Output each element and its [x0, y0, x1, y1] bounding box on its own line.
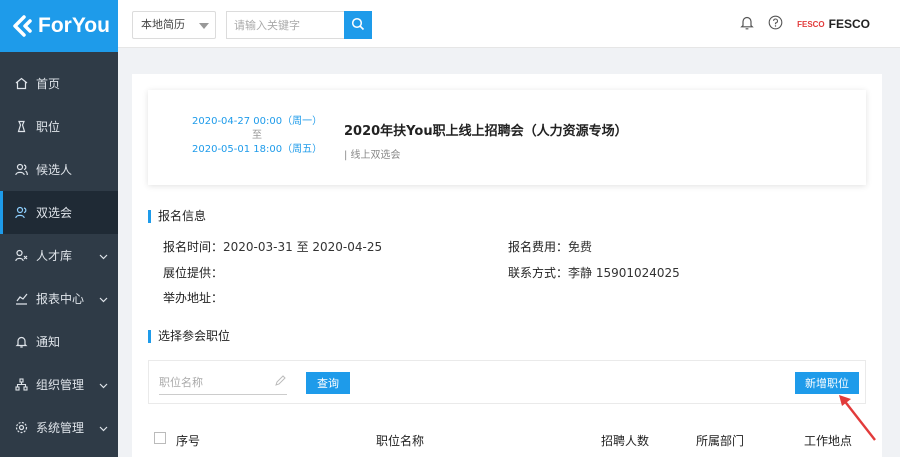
briefcase-icon	[14, 120, 28, 134]
signup-fee-value: 免费	[568, 240, 593, 254]
sidebar-item-home[interactable]: 首页	[0, 62, 118, 105]
chart-icon	[14, 292, 28, 306]
sidebar-item-label: 候选人	[36, 163, 73, 177]
event-date-end: 2020-05-01 18:00（周五）	[192, 144, 323, 155]
sidebar-item-label: 报表中心	[36, 292, 85, 306]
signup-time: 报名时间：2020-03-31 至 2020-04-25	[163, 238, 382, 255]
gear-icon	[14, 421, 28, 435]
booth-provided: 展位提供：	[163, 264, 223, 281]
position-filter-bar: 查询 新增职位	[148, 360, 866, 404]
main-content: 2020-04-27 00:00（周一） 至 2020-05-01 18:00（…	[132, 74, 882, 457]
sidebar-item-label: 组织管理	[36, 378, 85, 392]
logo-text: ForYou	[38, 14, 110, 37]
pencil-icon	[275, 375, 286, 389]
signup-time-label: 报名时间：	[163, 240, 224, 254]
bell-icon[interactable]	[740, 15, 754, 33]
column-header-index: 序号	[176, 434, 201, 448]
sidebar-item-talent-pool[interactable]: 人才库	[0, 234, 118, 277]
chevron-down-icon	[99, 292, 108, 306]
contact-info: 联系方式：李静 15901024025	[508, 264, 680, 281]
address-label: 举办地址：	[163, 291, 224, 305]
resume-source-select[interactable]: 本地简历	[132, 11, 216, 39]
select-all-checkbox[interactable]	[154, 432, 166, 444]
signup-fee-label: 报名费用：	[508, 240, 569, 254]
signup-time-value: 2020-03-31 至 2020-04-25	[223, 240, 383, 254]
sidebar-nav: 首页 职位 候选人 双选会 人才库 报表中心 通知 组织管理 系统管理	[0, 62, 118, 449]
logo[interactable]: ForYou	[0, 0, 118, 52]
sidebar-item-system[interactable]: 系统管理	[0, 406, 118, 449]
sidebar-item-label: 人才库	[36, 249, 73, 263]
users-meet-icon	[14, 206, 28, 220]
talent-icon	[14, 249, 28, 263]
sidebar-item-label: 职位	[36, 120, 61, 134]
contact-label: 联系方式：	[508, 266, 569, 280]
positions-table-header: 序号 职位名称 招聘人数 所属部门 工作地点	[148, 430, 866, 457]
column-header-department: 所属部门	[696, 434, 745, 448]
query-button[interactable]: 查询	[306, 372, 350, 394]
home-icon	[14, 77, 28, 91]
chevron-down-icon	[99, 421, 108, 435]
event-date-range: 2020-04-27 00:00（周一） 至 2020-05-01 18:00（…	[192, 115, 322, 157]
bell-icon	[14, 335, 28, 349]
sidebar-item-label: 双选会	[36, 206, 73, 220]
resume-source-value: 本地简历	[141, 18, 185, 31]
sidebar-item-reports[interactable]: 报表中心	[0, 277, 118, 320]
top-right-actions: FESCO FESCO	[740, 0, 870, 48]
users-icon	[14, 163, 28, 177]
sidebar-item-label: 系统管理	[36, 421, 85, 435]
chevron-down-icon	[99, 249, 108, 263]
org-icon	[14, 378, 28, 392]
caret-down-icon	[199, 23, 209, 29]
sidebar-item-jobs[interactable]: 职位	[0, 105, 118, 148]
booth-label: 展位提供：	[163, 266, 224, 280]
sidebar-item-candidates[interactable]: 候选人	[0, 148, 118, 191]
search-icon	[351, 17, 365, 34]
search-button[interactable]	[344, 11, 372, 39]
sidebar-item-label: 首页	[36, 77, 61, 91]
search-input[interactable]	[226, 11, 344, 39]
chevron-down-icon	[99, 378, 108, 392]
event-address: 举办地址：	[163, 289, 223, 306]
company-name[interactable]: FESCO	[829, 17, 870, 31]
fesco-logo: FESCO	[797, 19, 825, 29]
sidebar-item-label: 通知	[36, 335, 61, 349]
position-name-input[interactable]	[159, 371, 287, 395]
sidebar-item-org[interactable]: 组织管理	[0, 363, 118, 406]
foryou-logo-icon	[12, 15, 34, 37]
positions-section-title: 选择参会职位	[148, 330, 230, 343]
signup-section-title: 报名信息	[148, 210, 206, 223]
signup-fee: 报名费用：免费	[508, 238, 592, 255]
add-position-button[interactable]: 新增职位	[795, 372, 859, 394]
event-card: 2020-04-27 00:00（周一） 至 2020-05-01 18:00（…	[148, 90, 866, 185]
sidebar: ForYou 首页 职位 候选人 双选会 人才库 报表中心 通知 组织管理 系统…	[0, 0, 118, 457]
event-date-separator: 至	[252, 130, 262, 141]
column-header-headcount: 招聘人数	[601, 434, 650, 448]
annotation-arrow	[835, 393, 879, 446]
column-header-position: 职位名称	[376, 434, 425, 448]
help-icon[interactable]	[768, 15, 783, 33]
sidebar-item-notifications[interactable]: 通知	[0, 320, 118, 363]
event-date-start: 2020-04-27 00:00（周一）	[192, 116, 323, 127]
top-bar: 本地简历 FESCO FESCO	[118, 0, 900, 48]
event-title: 2020年扶You职上线上招聘会（人力资源专场）	[344, 124, 628, 139]
contact-value: 李静 15901024025	[568, 266, 680, 280]
event-type: | 线上双选会	[344, 150, 401, 161]
sidebar-item-job-fair[interactable]: 双选会	[0, 191, 118, 234]
